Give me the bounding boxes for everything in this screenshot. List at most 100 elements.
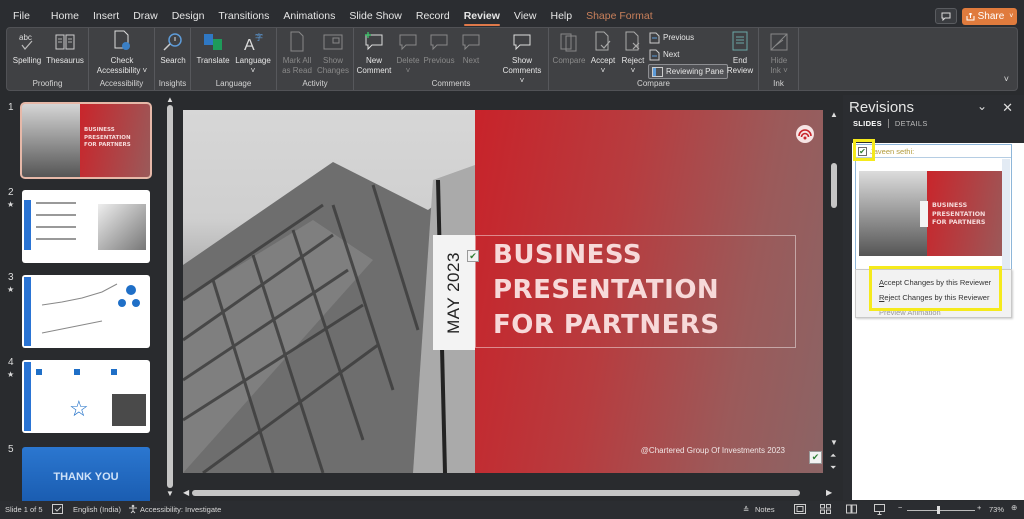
show-changes-button[interactable]: Show Changes [315, 30, 351, 76]
slide-counter[interactable]: Slide 1 of 5 [5, 505, 43, 514]
translate-button[interactable]: Translate [195, 30, 231, 66]
language-button[interactable]: A字 Language ˅ [233, 30, 273, 76]
tab-insert[interactable]: Insert [86, 10, 126, 22]
previous-comment-button[interactable]: Previous [422, 30, 456, 66]
scrollbar-thumb[interactable] [167, 105, 173, 488]
comments-button[interactable] [935, 8, 957, 24]
end-review-button[interactable]: End Review [723, 30, 757, 76]
zoom-out-button[interactable]: − [898, 503, 902, 512]
tab-transitions[interactable]: Transitions [211, 10, 276, 22]
revision-slide-preview[interactable]: BUSINESS PRESENTATION FOR PARTNERS [859, 171, 1004, 256]
zoom-slider[interactable] [907, 510, 975, 511]
search-button[interactable]: Search [158, 30, 188, 66]
scroll-up-arrow-icon[interactable]: ▲ [166, 95, 174, 104]
normal-view-icon[interactable] [794, 504, 806, 516]
tab-slide-show[interactable]: Slide Show [342, 10, 409, 22]
scroll-down-arrow-icon[interactable]: ▼ [166, 489, 174, 498]
collapse-ribbon-icon[interactable]: ˅ [1004, 74, 1009, 84]
reject-button[interactable]: Reject ˅ [619, 30, 647, 76]
next-slide-icon[interactable]: ⏷ [830, 463, 836, 473]
slide-title[interactable]: BUSINESS PRESENTATION FOR PARTNERS [493, 238, 720, 343]
slide-show-icon[interactable] [874, 504, 885, 517]
slide-vertical-scrollbar[interactable]: ▲ ▼ ⏶ ⏷ [829, 108, 839, 478]
svg-text:A: A [244, 37, 255, 53]
revisions-list: ✔ Javeen sethi: BUSINESS PRESENTATION FO… [852, 143, 1024, 500]
slide-thumbnail-1[interactable]: BUSINESS PRESENTATION FOR PARTNERS [20, 102, 152, 179]
check-accessibility-button[interactable]: Check Accessibility ˅ [93, 30, 151, 76]
slide-number: 2 [8, 187, 14, 198]
mark-all-as-read-button[interactable]: Mark All as Read [279, 30, 315, 76]
tab-record[interactable]: Record [409, 10, 457, 22]
preview-photo [859, 171, 927, 256]
next-comment-button[interactable]: Next [457, 30, 485, 66]
tab-details[interactable]: DETAILS [895, 119, 928, 128]
slide-thumbnail-3[interactable] [22, 275, 150, 348]
next-comment-icon [459, 30, 483, 54]
slide-thumbnail-4[interactable]: ☆ [22, 360, 150, 433]
pane-options-chevron-icon[interactable]: ⌄ [977, 99, 987, 113]
thumbnails-scrollbar[interactable]: ▲ ▼ [166, 95, 174, 498]
thesaurus-button[interactable]: Thesaurus [45, 30, 85, 66]
reviewer-header[interactable]: ✔ Javeen sethi: [856, 145, 1011, 158]
accessibility-status[interactable]: Accessibility: Investigate [140, 505, 221, 514]
tab-review[interactable]: Review [457, 10, 507, 26]
close-icon[interactable]: ✕ [1002, 100, 1013, 116]
show-comments-button[interactable]: Show Comments ˅ [500, 30, 544, 86]
notes-icon[interactable]: ≙ [743, 505, 749, 514]
scroll-right-arrow-icon[interactable]: ▶ [826, 488, 832, 497]
card-scrollbar[interactable] [1002, 159, 1010, 271]
fit-to-window-icon[interactable]: ⊕ [1011, 503, 1017, 512]
next-change-button[interactable]: Next [649, 47, 679, 62]
scroll-up-arrow-icon[interactable]: ▲ [830, 110, 838, 119]
reviewer-card[interactable]: ✔ Javeen sethi: BUSINESS PRESENTATION FO… [855, 144, 1012, 272]
tab-file[interactable]: File [0, 10, 44, 22]
tab-shape-format[interactable]: Shape Format [579, 10, 660, 22]
share-button[interactable]: Share ˅ [962, 8, 1017, 25]
spell-check-icon[interactable] [52, 504, 63, 516]
language-status[interactable]: English (India) [73, 505, 121, 514]
spelling-button[interactable]: abc Spelling [11, 30, 43, 66]
scroll-down-arrow-icon[interactable]: ▼ [830, 438, 838, 447]
hide-ink-button[interactable]: Hide Ink ˅ [763, 30, 795, 76]
tab-help[interactable]: Help [543, 10, 579, 22]
previous-change-button[interactable]: Previous [649, 30, 694, 45]
zoom-level[interactable]: 73% [989, 505, 1004, 514]
scroll-left-arrow-icon[interactable]: ◀ [183, 488, 189, 497]
scrollbar-thumb[interactable] [192, 490, 800, 496]
new-comment-button[interactable]: New Comment [356, 30, 392, 76]
reviewer-checkbox[interactable]: ✔ [858, 147, 867, 156]
tab-home[interactable]: Home [44, 10, 86, 22]
zoom-in-button[interactable]: + [977, 503, 981, 512]
revision-marker-title[interactable]: ✔ [467, 250, 479, 262]
accept-changes-by-reviewer-item[interactable]: Accept Changes by this Reviewer [879, 278, 991, 287]
reject-changes-by-reviewer-item[interactable]: Reject Changes by this Reviewer [879, 293, 989, 302]
tab-draw[interactable]: Draw [126, 10, 165, 22]
revision-marker-footer[interactable]: ✔ [809, 451, 822, 464]
zoom-slider-thumb[interactable] [937, 506, 940, 514]
tab-animations[interactable]: Animations [276, 10, 342, 22]
reviewing-pane-button[interactable]: Reviewing Pane [648, 64, 728, 79]
delete-comment-button[interactable]: Delete ˅ [394, 30, 422, 76]
compare-button[interactable]: Compare [551, 30, 587, 66]
svg-text:abc: abc [19, 33, 32, 42]
compare-icon [557, 30, 581, 54]
preview-animation-item[interactable]: Preview Animation [879, 308, 941, 316]
translate-icon [201, 30, 225, 54]
current-slide[interactable]: MAY 2023 BUSINESS PRESENTATION FOR PARTN… [183, 110, 823, 473]
previous-slide-icon[interactable]: ⏶ [830, 451, 836, 461]
tab-slides[interactable]: SLIDES [853, 119, 882, 128]
revision-star-icon: ★ [7, 285, 15, 294]
group-compare: Compare Accept ˅ Reject ˅ Previous Next [549, 28, 759, 90]
slide-thumbnail-2[interactable] [22, 190, 150, 263]
reading-view-icon[interactable] [846, 504, 857, 516]
accept-button[interactable]: Accept ˅ [589, 30, 617, 76]
slide-sorter-icon[interactable] [820, 504, 831, 516]
tab-design[interactable]: Design [165, 10, 212, 22]
powerpoint-window: File Home Insert Draw Design Transitions… [0, 0, 1024, 519]
slide-footer[interactable]: @Chartered Group Of Investments 2023 [641, 446, 785, 455]
scrollbar-thumb[interactable] [831, 163, 837, 208]
slide-horizontal-scrollbar[interactable]: ◀ ▶ [183, 488, 838, 497]
tab-view[interactable]: View [507, 10, 544, 22]
slide-thumbnail-5[interactable]: THANK YOU [22, 447, 150, 503]
notes-button[interactable]: Notes [755, 505, 775, 514]
